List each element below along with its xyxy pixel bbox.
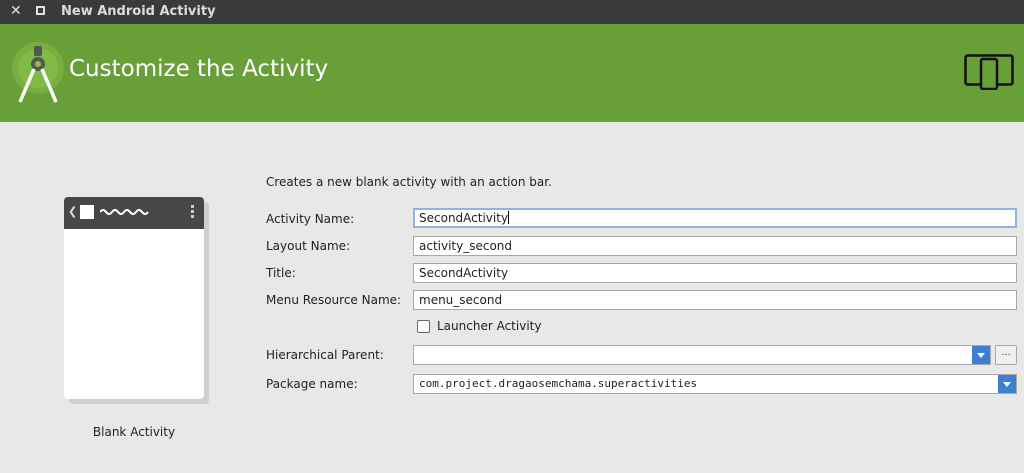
package-name-combo[interactable]: com.project.dragaosemchama.superactiviti… <box>413 374 1017 394</box>
overflow-menu-icon <box>191 205 194 220</box>
launcher-activity-label[interactable]: Launcher Activity <box>437 319 541 333</box>
layout-name-input[interactable]: activity_second <box>413 236 1017 256</box>
title-input[interactable]: SecondActivity <box>413 263 1017 283</box>
activity-name-label: Activity Name: <box>266 212 355 226</box>
title-value: SecondActivity <box>419 266 509 280</box>
launcher-activity-checkbox[interactable] <box>417 320 430 333</box>
hierarchical-parent-label: Hierarchical Parent: <box>266 348 384 362</box>
menu-resource-name-label: Menu Resource Name: <box>266 293 402 307</box>
package-name-label: Package name: <box>266 377 358 391</box>
layout-name-label: Layout Name: <box>266 239 351 253</box>
chevron-down-icon[interactable] <box>972 346 990 364</box>
wizard-header: Customize the Activity <box>0 24 1024 122</box>
android-studio-logo-icon <box>12 42 64 103</box>
title-label: Title: <box>266 266 296 280</box>
package-name-value: com.project.dragaosemchama.superactiviti… <box>419 377 698 390</box>
title-squiggle-icon <box>100 209 149 215</box>
window-titlebar: ✕ New Android Activity <box>0 0 1024 24</box>
hierarchical-parent-combo[interactable] <box>413 345 991 365</box>
layout-name-value: activity_second <box>419 239 513 253</box>
text-caret <box>508 211 510 224</box>
activity-name-value: SecondActivity <box>419 211 509 225</box>
device-tablet-phone-icon <box>964 54 1014 90</box>
template-description: Creates a new blank activity with an act… <box>266 175 552 189</box>
activity-name-input[interactable]: SecondActivity <box>413 208 1017 228</box>
maximize-icon[interactable] <box>36 6 45 15</box>
close-icon[interactable]: ✕ <box>10 3 22 19</box>
app-icon-placeholder <box>80 205 94 219</box>
page-title: Customize the Activity <box>69 56 329 82</box>
activity-preview: ❮ <box>64 197 204 399</box>
browse-parent-button[interactable]: ... <box>995 345 1017 365</box>
preview-action-bar: ❮ <box>64 197 204 229</box>
back-chevron-icon: ❮ <box>68 205 78 218</box>
menu-resource-name-value: menu_second <box>419 293 503 307</box>
window-title: New Android Activity <box>61 4 216 19</box>
chevron-down-icon[interactable] <box>998 375 1016 393</box>
menu-resource-name-input[interactable]: menu_second <box>413 290 1017 310</box>
preview-label: Blank Activity <box>92 425 176 439</box>
